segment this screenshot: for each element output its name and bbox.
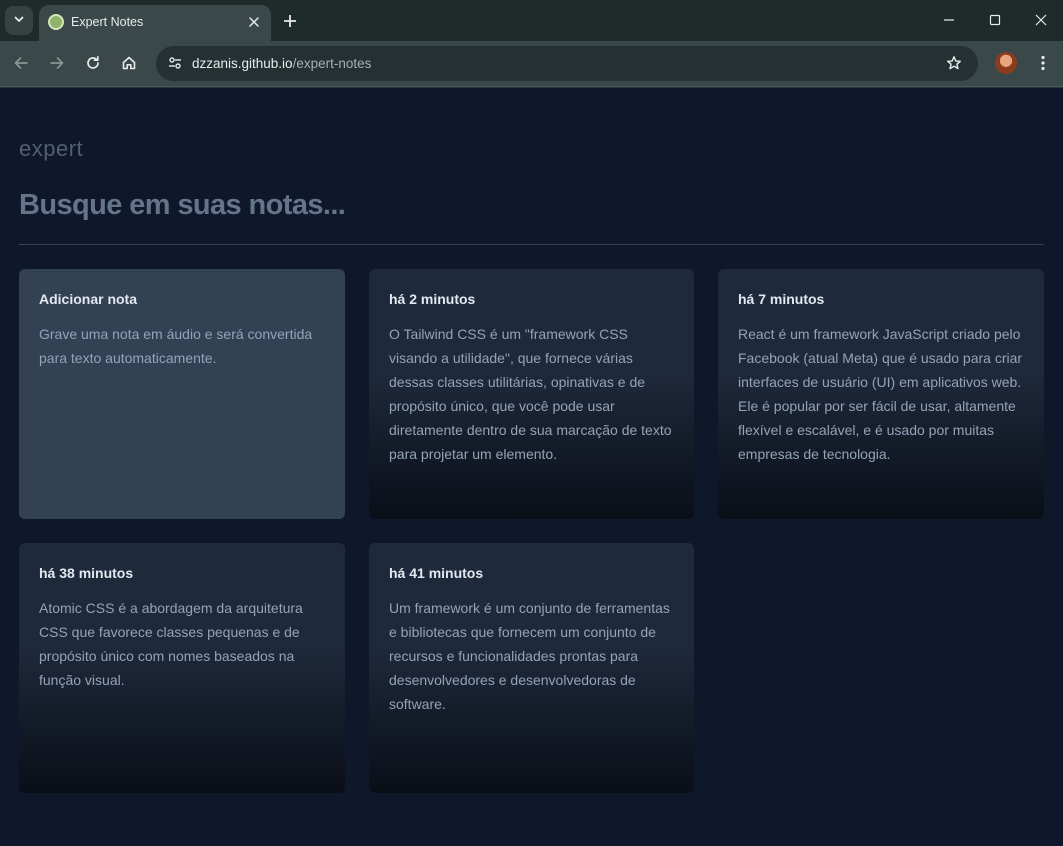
tab-close-button[interactable] bbox=[245, 13, 263, 31]
browser-toolbar: dzzanis.github.io/expert-notes bbox=[0, 41, 1063, 87]
home-button[interactable] bbox=[118, 52, 140, 74]
note-time: há 41 minutos bbox=[389, 565, 484, 581]
chevron-down-icon bbox=[13, 12, 25, 30]
kebab-icon bbox=[1041, 55, 1045, 71]
note-card[interactable]: há 7 minutos React é um framework JavaSc… bbox=[718, 269, 1044, 519]
note-card[interactable]: há 38 minutos Atomic CSS é a abordagem d… bbox=[19, 543, 345, 793]
new-tab-button[interactable] bbox=[280, 11, 300, 31]
note-time: há 38 minutos bbox=[39, 565, 134, 581]
reload-button[interactable] bbox=[82, 52, 104, 74]
browser-menu-button[interactable] bbox=[1032, 52, 1054, 74]
close-icon bbox=[1035, 14, 1047, 26]
tune-icon bbox=[169, 57, 181, 69]
url-path: /expert-notes bbox=[292, 56, 372, 71]
tab-strip: Expert Notes bbox=[0, 0, 1063, 41]
tab-title: Expert Notes bbox=[71, 15, 144, 29]
search-input[interactable] bbox=[19, 185, 1044, 225]
reload-icon bbox=[87, 55, 99, 69]
expert-logo: expert bbox=[19, 136, 84, 161]
profile-avatar[interactable] bbox=[995, 52, 1017, 74]
forward-button[interactable] bbox=[46, 52, 68, 74]
url-host: dzzanis.github.io bbox=[192, 56, 293, 71]
address-bar[interactable]: dzzanis.github.io/expert-notes bbox=[156, 46, 978, 81]
note-content: React é um framework JavaScript criado p… bbox=[738, 326, 1023, 462]
close-window-button[interactable] bbox=[1028, 8, 1054, 32]
close-icon bbox=[249, 17, 259, 27]
add-note-description: Grave uma nota em áudio e será convertid… bbox=[39, 326, 313, 366]
note-content: O Tailwind CSS é um "framework CSS visan… bbox=[389, 326, 672, 462]
minimize-icon bbox=[944, 19, 954, 21]
note-time: há 7 minutos bbox=[738, 291, 825, 307]
arrow-left-icon bbox=[14, 57, 28, 69]
favicon-icon bbox=[48, 14, 64, 30]
maximize-icon bbox=[989, 14, 1001, 26]
divider bbox=[19, 244, 1044, 245]
site-info-button[interactable] bbox=[164, 52, 186, 74]
plus-icon bbox=[284, 15, 296, 27]
browser-chrome: Expert Notes dzzanis.github.io/expert-no… bbox=[0, 0, 1063, 88]
home-icon bbox=[122, 56, 136, 70]
star-icon bbox=[947, 56, 961, 70]
note-content: Atomic CSS é a abordagem da arquitetura … bbox=[39, 600, 303, 688]
note-card[interactable]: há 2 minutos O Tailwind CSS é um "framew… bbox=[369, 269, 694, 519]
note-card[interactable]: há 41 minutos Um framework é um conjunto… bbox=[369, 543, 694, 793]
back-button[interactable] bbox=[10, 52, 32, 74]
url-text: dzzanis.github.io/expert-notes bbox=[192, 56, 371, 71]
tab-search-button[interactable] bbox=[5, 6, 33, 35]
browser-tab[interactable]: Expert Notes bbox=[39, 5, 271, 41]
app-page: expert Adicionar nota Grave uma nota em … bbox=[0, 88, 1063, 846]
minimize-button[interactable] bbox=[936, 8, 962, 32]
add-note-card[interactable]: Adicionar nota Grave uma nota em áudio e… bbox=[19, 269, 345, 519]
note-content: Um framework é um conjunto de ferramenta… bbox=[389, 600, 670, 712]
note-time: há 2 minutos bbox=[389, 291, 476, 307]
maximize-button[interactable] bbox=[982, 8, 1008, 32]
arrow-right-icon bbox=[50, 57, 64, 69]
add-note-title: Adicionar nota bbox=[39, 291, 138, 307]
bookmark-button[interactable] bbox=[944, 53, 964, 73]
